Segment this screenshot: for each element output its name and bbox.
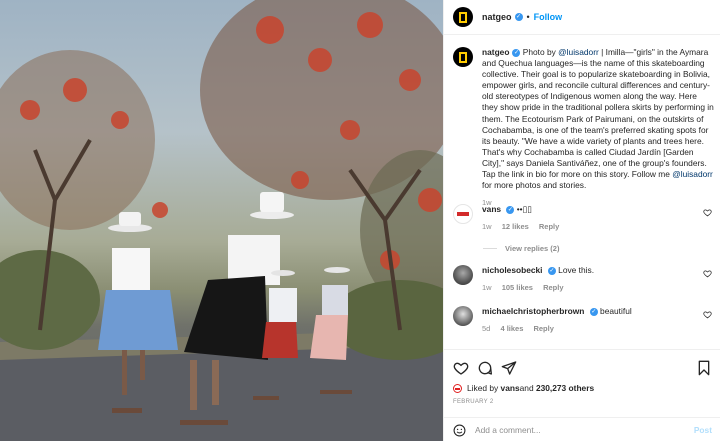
- michaelchristopherbrown-avatar[interactable]: [453, 306, 473, 326]
- add-comment-input[interactable]: Add a comment...: [475, 425, 685, 435]
- heart-icon[interactable]: [703, 269, 712, 278]
- comment-text: Love this.: [558, 265, 595, 275]
- emoji-icon[interactable]: [453, 424, 466, 437]
- reply-button[interactable]: Reply: [543, 283, 563, 292]
- comment-username[interactable]: michaelchristopherbrown: [482, 306, 584, 316]
- caption-text-2: | Imilla—"girls" in the Aymara and Quech…: [482, 47, 714, 180]
- comment-likes[interactable]: 4 likes: [500, 324, 523, 333]
- photo-illustration: [0, 0, 443, 441]
- comment-item: nicholesobecki ✓ Love this. 1w 105 likes…: [453, 265, 715, 293]
- natgeo-logo-icon: [459, 11, 467, 23]
- post-photo[interactable]: [0, 0, 443, 441]
- caption-text-1: Photo by: [522, 47, 559, 57]
- verified-badge-icon: ✓: [506, 205, 515, 214]
- vans-mini-avatar[interactable]: [453, 383, 462, 393]
- heart-icon[interactable]: [703, 208, 712, 217]
- nicholesobecki-avatar[interactable]: [453, 265, 473, 285]
- add-comment-bar: Add a comment... Post: [444, 417, 720, 441]
- heart-icon[interactable]: [453, 360, 469, 376]
- comment-text: ••▯▯: [516, 204, 532, 214]
- comments-list[interactable]: natgeo ✓ Photo by @luisadorr | Imilla—"gi…: [444, 36, 720, 349]
- reply-button[interactable]: Reply: [533, 324, 553, 333]
- view-replies-label: View replies (2): [505, 244, 560, 253]
- caption-mention[interactable]: @luisadorr: [558, 47, 599, 57]
- comment-likes[interactable]: 12 likes: [502, 222, 529, 231]
- likes-summary: Liked by vans and 230,273 others: [453, 383, 594, 393]
- comment-username[interactable]: vans: [482, 204, 501, 214]
- comment-icon[interactable]: [477, 360, 493, 376]
- view-replies-button[interactable]: View replies (2): [483, 244, 559, 253]
- comment-item: vans ✓ ••▯▯ 1w 12 likes Reply: [453, 204, 715, 232]
- caption-username[interactable]: natgeo: [482, 47, 509, 57]
- replies-divider: [483, 248, 497, 249]
- verified-badge-icon: ✓: [589, 307, 598, 316]
- follow-button[interactable]: Follow: [534, 12, 563, 22]
- caption-mention[interactable]: @luisadorr: [672, 169, 713, 179]
- vans-avatar[interactable]: [453, 204, 473, 224]
- bookmark-icon[interactable]: [696, 360, 712, 376]
- natgeo-logo-icon: [459, 51, 467, 63]
- post-comment-button[interactable]: Post: [694, 425, 712, 435]
- reply-button[interactable]: Reply: [539, 222, 559, 231]
- comment-text: beautiful: [600, 306, 632, 316]
- verified-badge-icon: ✓: [514, 13, 523, 21]
- liked-by-prefix: Liked by: [467, 383, 499, 393]
- heart-icon[interactable]: [703, 310, 712, 319]
- header-separator: •: [526, 12, 530, 22]
- comment-time[interactable]: 1w: [482, 283, 492, 292]
- liked-by-count[interactable]: 230,273 others: [536, 383, 594, 393]
- header-username[interactable]: natgeo: [482, 12, 512, 22]
- comment-item: michaelchristopherbrown ✓ beautiful 5d 4…: [453, 306, 715, 334]
- comment-likes[interactable]: 105 likes: [502, 283, 533, 292]
- action-bar: [453, 360, 712, 378]
- post-date[interactable]: FEBRUARY 2: [453, 399, 493, 405]
- caption-avatar[interactable]: [453, 47, 473, 67]
- verified-badge-icon: ✓: [512, 48, 521, 57]
- comment-time[interactable]: 5d: [482, 324, 490, 333]
- liked-by-user[interactable]: vans: [501, 383, 520, 393]
- share-icon[interactable]: [501, 360, 517, 376]
- natgeo-avatar[interactable]: [453, 7, 473, 27]
- verified-badge-icon: ✓: [547, 266, 556, 275]
- post-caption: natgeo ✓ Photo by @luisadorr | Imilla—"gi…: [453, 47, 715, 207]
- post-actions: Liked by vans and 230,273 others FEBRUAR…: [444, 349, 720, 441]
- liked-by-and: and: [519, 383, 534, 393]
- post-sidebar: natgeo ✓ • Follow natgeo ✓ Photo by @luis…: [443, 0, 720, 441]
- post-header: natgeo ✓ • Follow: [444, 0, 720, 35]
- caption-text-3: for more photos and stories.: [482, 180, 587, 191]
- comment-time[interactable]: 1w: [482, 222, 492, 231]
- caption-text: natgeo ✓ Photo by @luisadorr | Imilla—"gi…: [482, 47, 715, 191]
- comment-username[interactable]: nicholesobecki: [482, 265, 543, 275]
